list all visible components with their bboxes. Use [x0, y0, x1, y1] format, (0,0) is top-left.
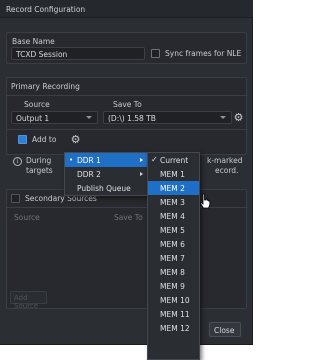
source-select-value: Output 1 — [16, 114, 50, 123]
base-name-input[interactable]: TCXD Session — [11, 47, 145, 60]
base-name-group: Base Name TCXD Session Sync frames for N… — [6, 32, 247, 64]
menu-item-label: DDR 1 — [77, 156, 101, 165]
add-to-label: Add to — [32, 135, 57, 144]
menu-item-label: MEM 12 — [160, 324, 190, 333]
save-to-select[interactable]: (D:\) 1.58 TB — [103, 111, 232, 124]
submenu-arrow-icon — [140, 158, 143, 162]
sync-frames-checkbox[interactable] — [151, 49, 160, 58]
menu-item-label: MEM 2 — [160, 184, 185, 193]
menu-item-mem-5[interactable]: MEM 5 — [148, 223, 199, 237]
info-icon: i — [13, 157, 22, 166]
menu-item-mem-9[interactable]: MEM 9 — [148, 279, 199, 293]
menu-item-mem-3[interactable]: MEM 3 — [148, 195, 199, 209]
menu-item-publish-queue[interactable]: Publish Queue — [65, 181, 147, 195]
sync-frames-label: Sync frames for NLE — [165, 49, 242, 58]
ddr-1-submenu: ✓ Current MEM 1 MEM 2 MEM 3 MEM 4 MEM 5 … — [147, 152, 200, 360]
menu-item-mem-2[interactable]: MEM 2 — [148, 181, 199, 195]
secondary-source-header: Source — [14, 213, 40, 222]
add-source-button[interactable]: Add Source — [10, 291, 47, 310]
menu-item-label: MEM 4 — [160, 212, 185, 221]
add-to-checkbox[interactable] — [18, 135, 27, 144]
menu-item-label: MEM 7 — [160, 254, 185, 263]
chevron-down-icon — [86, 116, 92, 119]
base-name-label: Base Name — [12, 37, 55, 46]
primary-recording-label: Primary Recording — [11, 82, 80, 91]
secondary-save-to-header: Save To — [114, 213, 143, 222]
menu-item-label: MEM 6 — [160, 240, 185, 249]
menu-item-label: MEM 3 — [160, 198, 185, 207]
menu-item-label: MEM 5 — [160, 226, 185, 235]
source-column-header: Source — [24, 100, 50, 109]
dialog-title: Record Configuration — [0, 0, 253, 18]
primary-divider — [7, 95, 248, 96]
menu-item-label: MEM 10 — [160, 296, 190, 305]
menu-item-mem-10[interactable]: MEM 10 — [148, 293, 199, 307]
secondary-sources-checkbox[interactable] — [11, 194, 20, 203]
save-to-select-value: (D:\) 1.58 TB — [108, 114, 156, 123]
menu-item-mem-1[interactable]: MEM 1 — [148, 167, 199, 181]
save-to-settings-gear-icon[interactable]: ⚙ — [233, 112, 244, 123]
info-text-line2-start: targets — [26, 166, 53, 175]
info-text-line2-end: ecord. — [215, 166, 239, 175]
save-to-column-header: Save To — [113, 100, 142, 109]
menu-item-current[interactable]: ✓ Current — [148, 153, 199, 167]
source-select[interactable]: Output 1 — [11, 111, 98, 124]
menu-item-label: MEM 9 — [160, 282, 185, 291]
mouse-pointer-hand-icon — [199, 193, 211, 209]
add-to-target-menu: • DDR 1 DDR 2 Publish Queue — [64, 152, 148, 196]
menu-item-mem-4[interactable]: MEM 4 — [148, 209, 199, 223]
secondary-divider — [7, 207, 248, 208]
menu-item-ddr-1[interactable]: • DDR 1 — [65, 153, 147, 167]
chevron-down-icon — [220, 116, 226, 119]
selected-bullet-icon: • — [69, 156, 74, 164]
info-text-line1-start: During — [26, 156, 52, 165]
primary-recording-group: Primary Recording Source Save To Output … — [6, 77, 248, 155]
menu-item-ddr-2[interactable]: DDR 2 — [65, 167, 147, 181]
menu-item-mem-11[interactable]: MEM 11 — [148, 307, 199, 321]
submenu-arrow-icon — [140, 172, 143, 176]
menu-item-mem-7[interactable]: MEM 7 — [148, 251, 199, 265]
menu-item-mem-6[interactable]: MEM 6 — [148, 237, 199, 251]
menu-item-label: MEM 1 — [160, 170, 185, 179]
menu-item-label: Current — [160, 156, 189, 165]
checkmark-icon: ✓ — [151, 155, 158, 164]
menu-item-label: DDR 2 — [77, 170, 101, 179]
menu-item-mem-12[interactable]: MEM 12 — [148, 321, 199, 335]
primary-divider-2 — [7, 129, 248, 130]
menu-item-label: MEM 11 — [160, 310, 190, 319]
close-button[interactable]: Close — [209, 322, 241, 337]
menu-item-mem-8[interactable]: MEM 8 — [148, 265, 199, 279]
add-to-settings-gear-icon[interactable]: ⚙ — [70, 134, 81, 145]
menu-item-label: Publish Queue — [77, 184, 131, 193]
menu-item-label: MEM 8 — [160, 268, 185, 277]
info-text-line1-end: k-marked — [207, 156, 243, 165]
